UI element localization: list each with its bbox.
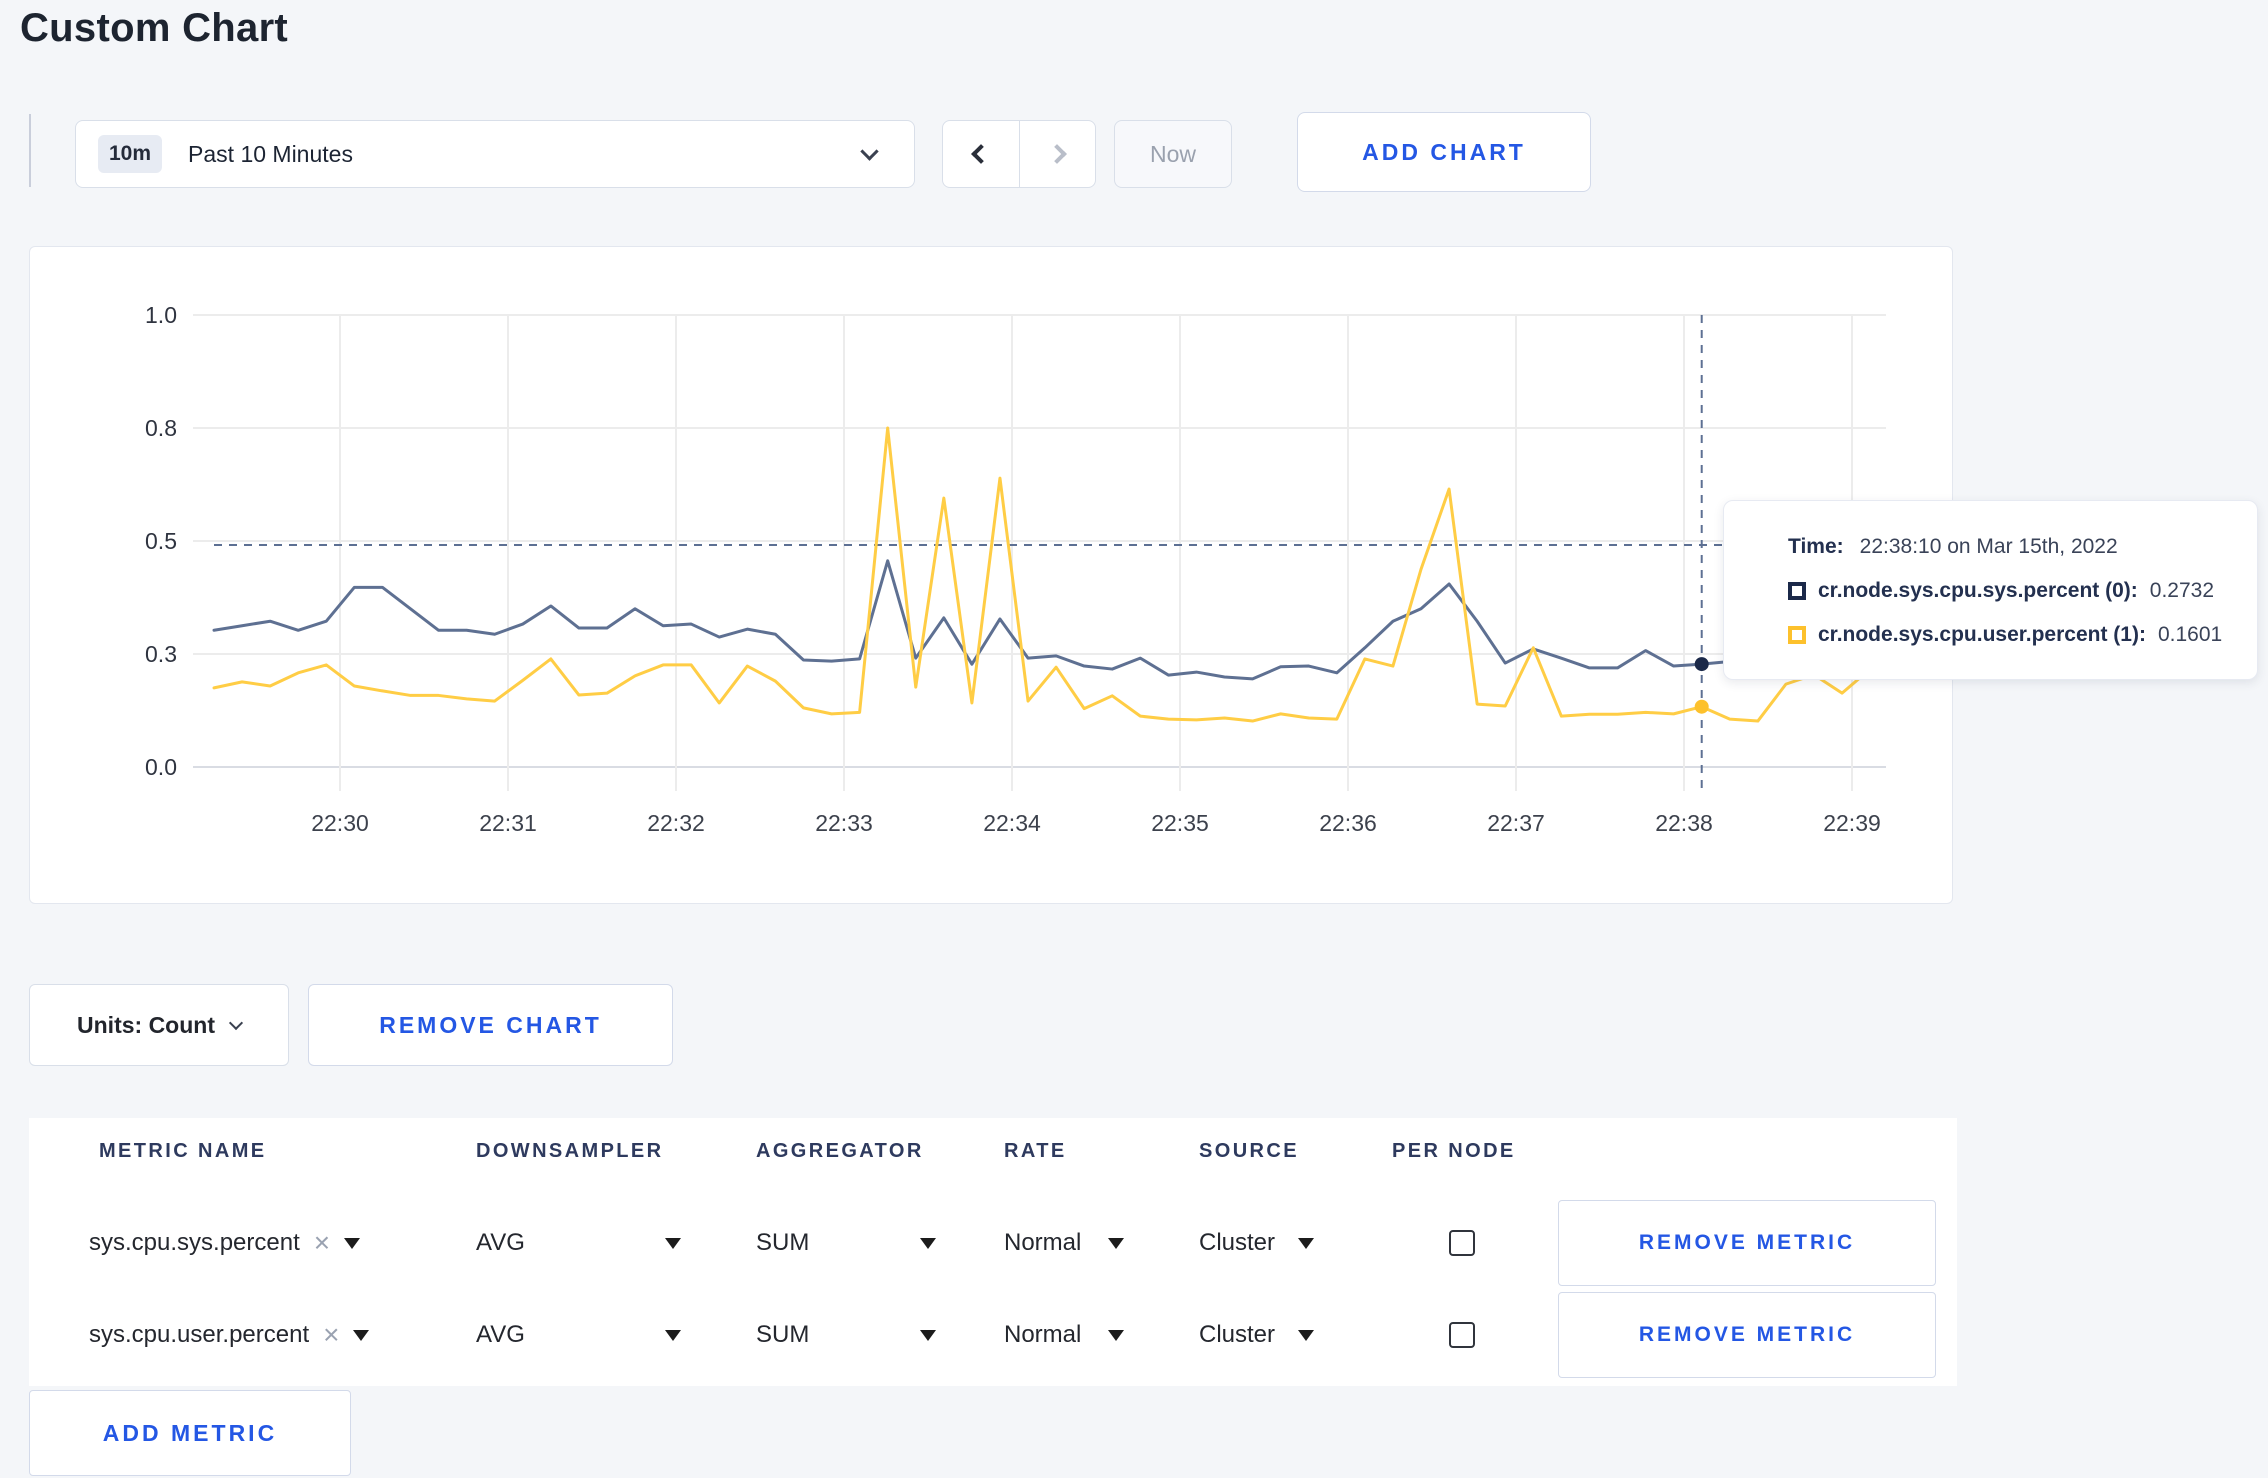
- tooltip-user-label: cr.node.sys.cpu.user.percent (1):: [1818, 623, 2146, 646]
- units-select[interactable]: Units: Count: [29, 984, 289, 1066]
- caret-down-icon: [353, 1329, 370, 1341]
- col-header-source: SOURCE: [1199, 1140, 1299, 1162]
- chevron-down-icon: [860, 142, 879, 161]
- remove-metric-label: REMOVE METRIC: [1638, 1323, 1856, 1346]
- source-value: Cluster: [1199, 1229, 1276, 1256]
- caret-down-icon: [344, 1237, 361, 1249]
- caret-down-icon: [1108, 1237, 1124, 1249]
- col-header-per-node: PER NODE: [1392, 1140, 1516, 1162]
- toolbar-divider: [29, 114, 31, 187]
- col-header-downsampler: DOWNSAMPLER: [476, 1140, 664, 1162]
- time-window-badge: 10m: [98, 135, 163, 173]
- caret-down-icon: [665, 1237, 681, 1249]
- svg-text:22:37: 22:37: [1487, 810, 1545, 836]
- rate-value: Normal: [1004, 1229, 1082, 1256]
- custom-chart-page: Custom Chart 10m Past 10 Minutes Now ADD…: [0, 0, 2268, 1478]
- aggregator-select[interactable]: SUM: [756, 1305, 936, 1365]
- time-next-button[interactable]: [1018, 121, 1096, 187]
- svg-text:0.0: 0.0: [145, 754, 177, 780]
- aggregator-value: SUM: [756, 1321, 810, 1348]
- add-metric-label: ADD METRIC: [102, 1419, 278, 1446]
- downsampler-value: AVG: [476, 1321, 525, 1348]
- per-node-checkbox[interactable]: [1449, 1230, 1475, 1256]
- caret-down-icon: [665, 1329, 681, 1341]
- time-window-select[interactable]: 10m Past 10 Minutes: [75, 120, 915, 188]
- remove-chart-button[interactable]: REMOVE CHART: [308, 984, 673, 1066]
- aggregator-value: SUM: [756, 1229, 810, 1256]
- col-header-metric-name: METRIC NAME: [99, 1140, 267, 1162]
- add-chart-label: ADD CHART: [1362, 138, 1526, 165]
- metric-name-value: sys.cpu.user.percent: [89, 1321, 310, 1348]
- tooltip-sys-label: cr.node.sys.cpu.sys.percent (0):: [1818, 579, 2138, 602]
- chart-tooltip: Time: 22:38:10 on Mar 15th, 2022 cr.node…: [1723, 500, 2258, 680]
- metrics-table: METRIC NAME DOWNSAMPLER AGGREGATOR RATE …: [29, 1118, 1957, 1386]
- remove-metric-x-icon[interactable]: ×: [314, 1227, 330, 1259]
- metric-name-select[interactable]: sys.cpu.sys.percent ×: [89, 1213, 401, 1273]
- tooltip-time-label: Time:: [1788, 535, 1844, 558]
- chevron-right-icon: [1047, 144, 1068, 164]
- svg-text:22:34: 22:34: [983, 810, 1041, 836]
- remove-metric-button[interactable]: REMOVE METRIC: [1558, 1200, 1936, 1286]
- svg-text:22:32: 22:32: [647, 810, 705, 836]
- rate-select[interactable]: Normal: [1004, 1213, 1124, 1273]
- now-button-label: Now: [1149, 140, 1196, 167]
- metric-name-select[interactable]: sys.cpu.user.percent ×: [89, 1305, 401, 1365]
- svg-text:22:33: 22:33: [815, 810, 873, 836]
- svg-text:0.5: 0.5: [145, 528, 177, 554]
- source-value: Cluster: [1199, 1321, 1276, 1348]
- remove-chart-label: REMOVE CHART: [379, 1011, 602, 1038]
- col-header-rate: RATE: [1004, 1140, 1067, 1162]
- metric-name-value: sys.cpu.sys.percent: [89, 1229, 300, 1256]
- chart-card: 1.0 0.8 0.5 0.3 0.0 22:30 22:31 22:32 22:33 22:34…: [29, 246, 1953, 904]
- units-select-label: Units: Count: [77, 1011, 215, 1038]
- rate-select[interactable]: Normal: [1004, 1305, 1124, 1365]
- svg-text:0.3: 0.3: [145, 641, 177, 667]
- tooltip-user-value: 0.1601: [2157, 623, 2223, 646]
- downsampler-value: AVG: [476, 1229, 525, 1256]
- sys-series-legend-icon: [1788, 582, 1806, 600]
- timeseries-chart[interactable]: 1.0 0.8 0.5 0.3 0.0 22:30 22:31 22:32 22:33 22:34…: [30, 247, 1954, 905]
- caret-down-icon: [920, 1329, 936, 1341]
- table-row: sys.cpu.sys.percent × AVG SUM Normal Clu…: [29, 1200, 1957, 1286]
- downsampler-select[interactable]: AVG: [476, 1305, 681, 1365]
- caret-down-icon: [1298, 1329, 1314, 1341]
- time-prev-button[interactable]: [943, 121, 1019, 187]
- remove-metric-x-icon[interactable]: ×: [323, 1319, 339, 1351]
- per-node-cell: [1449, 1213, 1475, 1273]
- caret-down-icon: [1108, 1329, 1124, 1341]
- svg-text:1.0: 1.0: [145, 302, 177, 328]
- svg-text:22:39: 22:39: [1823, 810, 1881, 836]
- source-select[interactable]: Cluster: [1199, 1213, 1314, 1273]
- remove-metric-button[interactable]: REMOVE METRIC: [1558, 1292, 1936, 1378]
- rate-value: Normal: [1004, 1321, 1082, 1348]
- time-window-label: Past 10 Minutes: [188, 140, 353, 167]
- svg-text:22:35: 22:35: [1151, 810, 1209, 836]
- table-row: sys.cpu.user.percent × AVG SUM Normal Cl…: [29, 1292, 1957, 1378]
- svg-text:22:30: 22:30: [311, 810, 369, 836]
- now-button[interactable]: Now: [1114, 120, 1232, 188]
- per-node-checkbox[interactable]: [1449, 1322, 1475, 1348]
- col-header-aggregator: AGGREGATOR: [756, 1140, 924, 1162]
- svg-text:0.8: 0.8: [145, 415, 177, 441]
- page-title: Custom Chart: [20, 6, 289, 50]
- caret-down-icon: [920, 1237, 936, 1249]
- svg-text:22:38: 22:38: [1655, 810, 1713, 836]
- add-chart-button[interactable]: ADD CHART: [1297, 112, 1591, 192]
- caret-down-icon: [1298, 1237, 1314, 1249]
- add-metric-button[interactable]: ADD METRIC: [29, 1390, 351, 1476]
- remove-metric-label: REMOVE METRIC: [1638, 1231, 1856, 1254]
- user-series-legend-icon: [1788, 626, 1806, 644]
- source-select[interactable]: Cluster: [1199, 1305, 1314, 1365]
- svg-text:22:31: 22:31: [479, 810, 537, 836]
- chevron-down-icon: [228, 1015, 244, 1031]
- time-nav-group: [942, 120, 1096, 188]
- svg-text:22:36: 22:36: [1319, 810, 1377, 836]
- downsampler-select[interactable]: AVG: [476, 1213, 681, 1273]
- tooltip-sys-value: 0.2732: [2149, 579, 2215, 602]
- aggregator-select[interactable]: SUM: [756, 1213, 936, 1273]
- tooltip-time-value: 22:38:10 on Mar 15th, 2022: [1859, 535, 2118, 558]
- chevron-left-icon: [970, 144, 991, 164]
- per-node-cell: [1449, 1305, 1475, 1365]
